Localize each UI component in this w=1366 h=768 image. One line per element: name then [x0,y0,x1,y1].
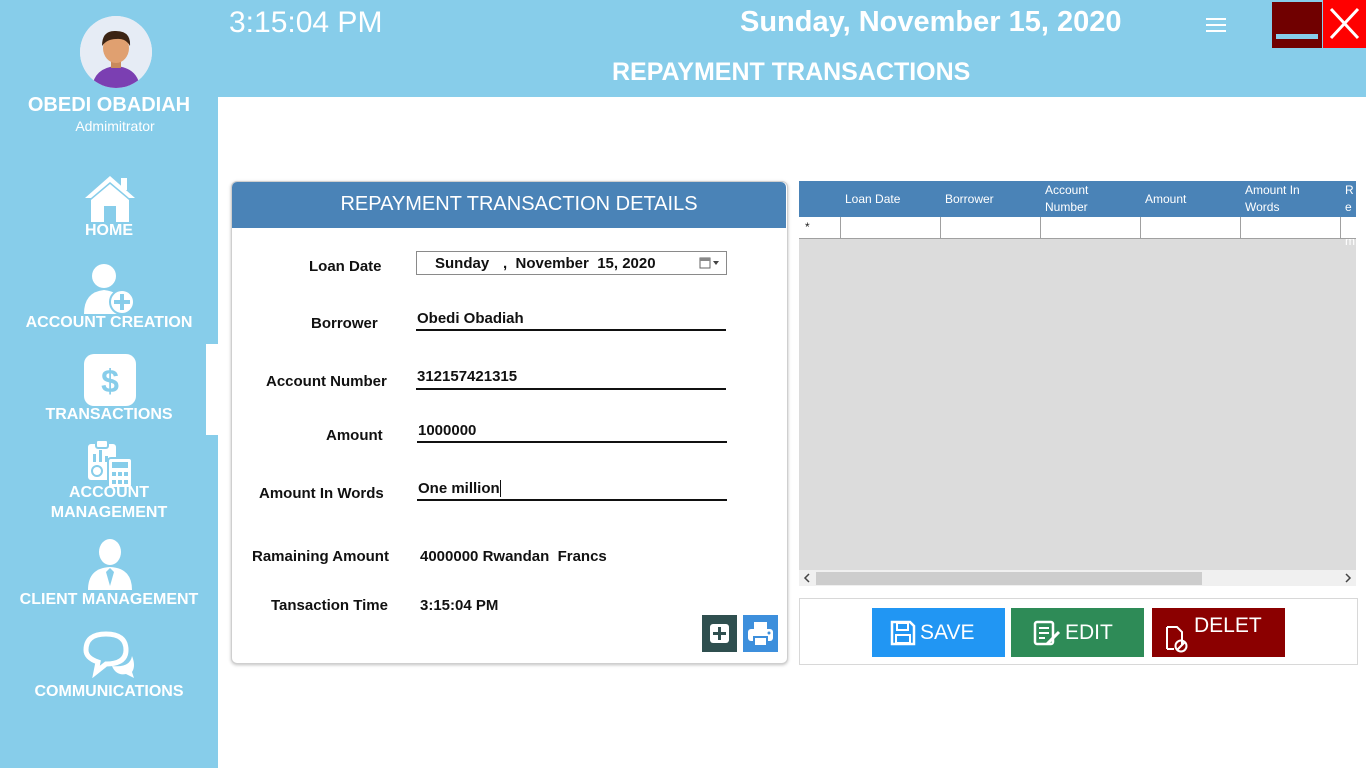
add-button[interactable] [702,615,737,652]
edit-button[interactable]: EDIT [1011,608,1144,657]
remaining-amount-label: Ramaining Amount [252,548,389,565]
scrollbar-thumb[interactable] [816,572,1202,585]
sidebar-item-label: HOME [85,222,133,239]
calendar-dropdown-icon[interactable] [699,257,721,269]
header-clock: 3:15:04 PM [229,6,383,39]
grid-cell-divider [1040,217,1041,238]
close-button[interactable] [1323,0,1366,48]
grid-new-row[interactable] [799,217,1356,238]
loan-date-value: , November 15, 2020 [503,255,656,272]
hamburger-menu-icon[interactable] [1206,17,1226,33]
account-number-field[interactable]: 312157421315 [417,368,517,385]
transaction-time-label: Tansaction Time [271,597,388,614]
grid-column-header[interactable]: Loan Date [845,191,900,208]
chat-icon [83,631,134,678]
minimize-icon [1276,34,1318,39]
user-name: OBEDI OBADIAH [27,94,191,116]
sidebar-item-label: TRANSACTIONS [45,406,173,423]
delete-button[interactable]: DELET [1152,608,1285,657]
save-button[interactable]: SAVE [872,608,1005,657]
sidebar-item-label: ACCOUNT [69,484,149,501]
account-number-underline [416,388,726,390]
sidebar-item-label: CLIENT MANAGEMENT [19,591,199,608]
dollar-icon: $ [84,354,136,406]
transactions-grid[interactable] [799,181,1356,586]
sidebar-item-account-creation[interactable]: ACCOUNT CREATION [0,258,218,334]
page-title: REPAYMENT TRANSACTIONS [612,58,971,86]
amount-field[interactable]: 1000000 [418,422,476,439]
sidebar-item-client-management[interactable]: CLIENT MANAGEMENT [0,536,218,612]
calculator-icon [88,440,133,488]
amount-in-words-field[interactable]: One million [418,480,501,497]
grid-column-header[interactable]: Account Number [1045,182,1115,216]
floppy-disk-icon [890,620,916,646]
transaction-time-value: 3:15:04 PM [420,597,499,614]
loan-date-label: Loan Date [309,258,382,275]
close-icon [1329,7,1360,40]
edit-document-icon [1033,620,1061,646]
grid-cell-divider [840,217,841,238]
account-number-label: Account Number [266,373,387,390]
sidebar-item-label: ACCOUNT CREATION [25,314,193,331]
grid-cell-divider [1340,217,1341,238]
svg-text:$: $ [101,363,119,399]
grid-column-header[interactable]: Re Am [1345,182,1356,250]
remaining-amount-value: 4000000 Rwandan Francs [420,548,607,565]
amount-underline [417,441,727,443]
scroll-right-icon[interactable] [1343,573,1353,583]
sidebar-item-transactions[interactable]: $ TRANSACTIONS [0,352,218,428]
borrower-underline [416,329,726,331]
client-icon [88,539,132,590]
grid-row-divider [799,238,1356,239]
grid-cell-divider [1240,217,1241,238]
scroll-left-icon[interactable] [802,573,812,583]
minimize-button[interactable] [1272,2,1322,48]
sidebar-item-label-line2: MANAGEMENT [50,504,168,521]
print-button[interactable] [743,615,778,652]
grid-cell-divider [940,217,941,238]
borrower-label: Borrower [311,315,378,332]
edit-button-label: EDIT [1065,621,1113,644]
loan-date-day: Sunday [435,255,490,272]
user-role: Admimitrator [75,118,155,134]
amount-in-words-label: Amount In Words [259,485,384,502]
delete-document-icon [1166,626,1188,653]
header-date: Sunday, November 15, 2020 [740,6,1122,38]
add-user-icon [84,264,135,315]
grid-column-header[interactable]: Amount In Words [1245,182,1315,216]
sidebar-item-label: COMMUNICATIONS [34,683,184,700]
borrower-field[interactable]: Obedi Obadiah [417,310,524,327]
grid-column-header[interactable]: Amount [1145,191,1186,208]
save-button-label: SAVE [920,621,975,644]
delete-button-label: DELET [1194,614,1262,637]
home-icon [85,176,135,222]
loan-date-picker[interactable]: Sunday , November 15, 2020 [416,251,727,275]
grid-new-row-marker: * [805,220,810,234]
amount-label: Amount [326,427,383,444]
amount-in-words-underline [417,499,727,501]
plus-icon [710,624,729,643]
sidebar-item-account-management[interactable]: ACCOUNT MANAGEMENT [0,440,218,522]
printer-icon [748,622,773,647]
grid-column-header[interactable]: Borrower [945,191,994,208]
avatar [80,16,152,88]
sidebar-item-home[interactable]: HOME [0,170,218,242]
grid-cell-divider [1140,217,1141,238]
details-panel-title: REPAYMENT TRANSACTION DETAILS [340,193,698,215]
sidebar-item-communications[interactable]: COMMUNICATIONS [0,628,218,704]
